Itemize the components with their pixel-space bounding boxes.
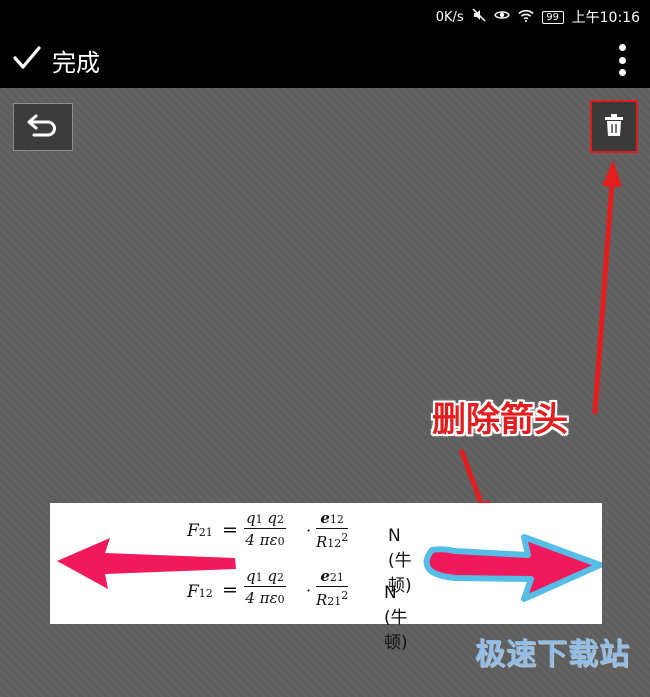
mute-icon [472, 8, 486, 26]
done-label: 完成 [52, 48, 100, 77]
wifi-icon [518, 9, 534, 26]
formula-1-lhs: F [187, 521, 199, 541]
edited-image[interactable]: F21 = q1 q2 4 πε0 · e12 R122 N (牛顿) F12 … [50, 503, 602, 653]
done-button[interactable]: 完成 [12, 42, 100, 78]
annotation-arrow-to-delete [592, 160, 622, 415]
network-speed: 0K/s [435, 9, 464, 25]
annotation-label: 删除箭头 [432, 400, 568, 440]
formula-1-lhs-sub: 21 [198, 526, 213, 539]
formula-2-lhs: F [187, 582, 199, 602]
status-icons: 0K/s 99 上午10:16 [436, 7, 640, 27]
watermark: 极速下载站 [475, 637, 630, 672]
eye-icon [493, 9, 510, 25]
more-options-button[interactable] [616, 44, 628, 76]
status-bar: 0K/s 99 上午10:16 [0, 0, 650, 32]
top-toolbar: 完成 [0, 32, 650, 88]
trash-icon [604, 113, 624, 141]
checkmark-icon [12, 45, 42, 75]
formula-2-unit: N (牛顿) [384, 583, 408, 653]
formula-2-lhs-sub: 12 [198, 587, 213, 600]
undo-icon [26, 112, 60, 142]
clock: 上午10:16 [571, 10, 640, 26]
battery-icon: 99 [541, 10, 564, 24]
delete-button[interactable] [590, 100, 638, 153]
undo-button[interactable] [13, 103, 73, 151]
more-vertical-icon [618, 44, 626, 51]
